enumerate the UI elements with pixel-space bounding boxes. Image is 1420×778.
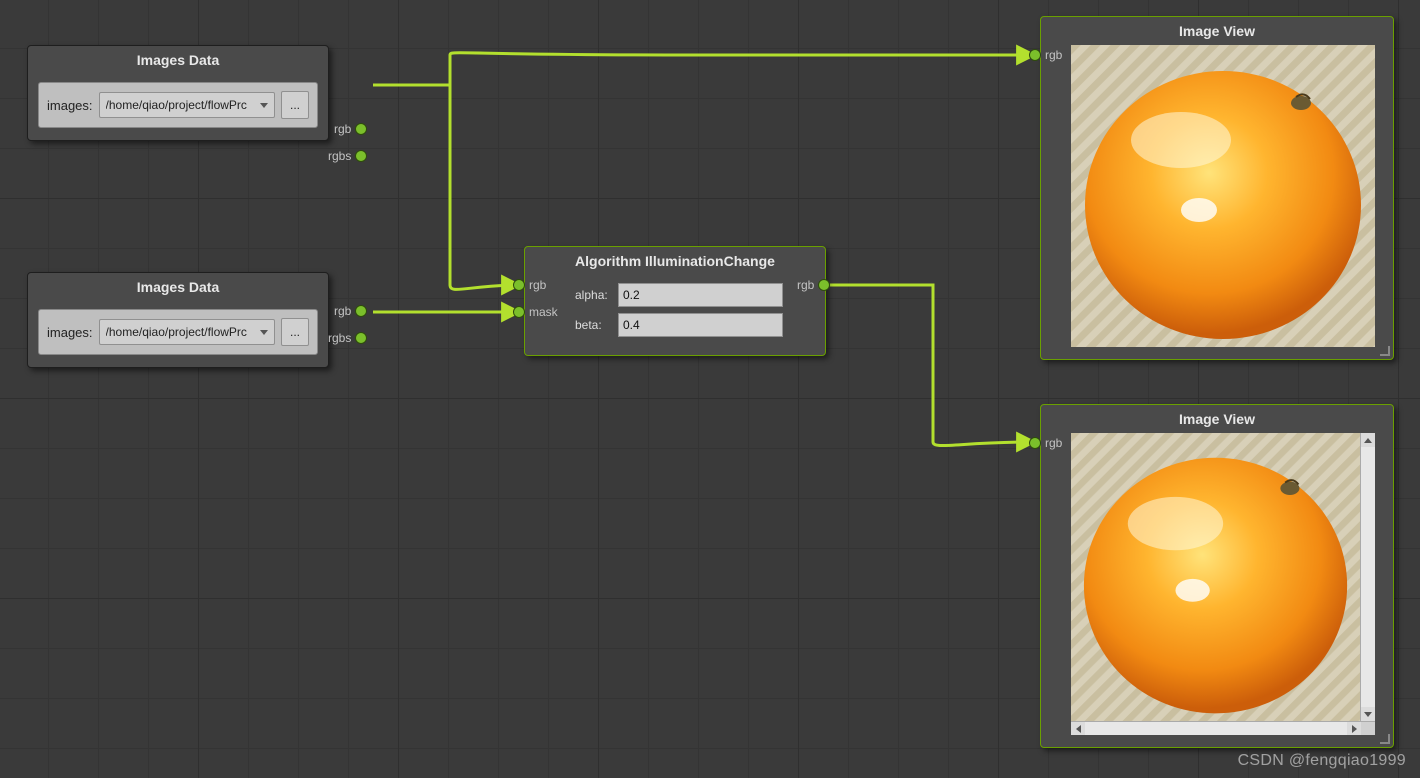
port-rgb-in[interactable]: rgb xyxy=(1029,436,1062,450)
images-label: images: xyxy=(47,98,93,113)
scroll-right-icon xyxy=(1352,725,1357,733)
node-graph-canvas[interactable]: Images Data images: /home/qiao/project/f… xyxy=(0,0,1420,778)
alpha-label: alpha: xyxy=(575,288,614,302)
vertical-scrollbar[interactable] xyxy=(1360,433,1375,721)
watermark-text: CSDN @fengqiao1999 xyxy=(1238,752,1406,770)
node-images-data-1[interactable]: Images Data images: /home/qiao/project/f… xyxy=(27,45,329,141)
images-path-combo[interactable]: /home/qiao/project/flowPrc xyxy=(99,319,275,345)
images-path-combo[interactable]: /home/qiao/project/flowPrc xyxy=(99,92,275,118)
image-preview xyxy=(1071,433,1375,735)
browse-button[interactable]: ... xyxy=(281,91,309,119)
scroll-left-icon xyxy=(1076,725,1081,733)
chevron-down-icon xyxy=(260,330,268,335)
node-images-data-2[interactable]: Images Data images: /home/qiao/project/f… xyxy=(27,272,329,368)
node-title: Image View xyxy=(1041,405,1393,433)
port-rgb-out[interactable]: rgb xyxy=(334,122,367,136)
node-title: Image View xyxy=(1041,17,1393,45)
node-title: Images Data xyxy=(28,46,328,74)
scroll-down-icon xyxy=(1364,712,1372,717)
port-rgb-out[interactable]: rgb xyxy=(334,304,367,318)
port-rgb-in[interactable]: rgb xyxy=(1029,48,1062,62)
beta-input[interactable] xyxy=(618,313,783,337)
alpha-input[interactable] xyxy=(618,283,783,307)
images-label: images: xyxy=(47,325,93,340)
port-rgb-out[interactable]: rgb xyxy=(797,278,830,292)
node-title: Algorithm IlluminationChange xyxy=(525,247,825,275)
node-image-view-1[interactable]: Image View xyxy=(1040,16,1394,360)
resize-handle-icon[interactable] xyxy=(1380,346,1390,356)
node-title: Images Data xyxy=(28,273,328,301)
resize-handle-icon[interactable] xyxy=(1380,734,1390,744)
chevron-down-icon xyxy=(260,103,268,108)
port-rgbs-out[interactable]: rgbs xyxy=(328,149,367,163)
port-mask-in[interactable]: mask xyxy=(513,305,558,319)
node-image-view-2[interactable]: Image View xyxy=(1040,404,1394,748)
beta-label: beta: xyxy=(575,318,614,332)
image-preview xyxy=(1071,45,1375,347)
port-rgb-in[interactable]: rgb xyxy=(513,278,546,292)
horizontal-scrollbar[interactable] xyxy=(1071,721,1375,735)
port-rgbs-out[interactable]: rgbs xyxy=(328,331,367,345)
scroll-up-icon xyxy=(1364,438,1372,443)
browse-button[interactable]: ... xyxy=(281,318,309,346)
node-algorithm-illumination-change[interactable]: Algorithm IlluminationChange alpha: beta… xyxy=(524,246,826,356)
